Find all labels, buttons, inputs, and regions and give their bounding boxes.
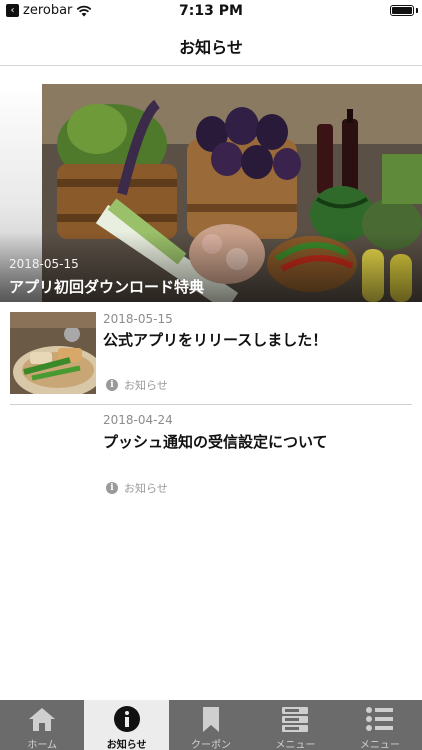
news-title: プッシュ通知の受信設定について (103, 433, 328, 451)
news-category: i お知らせ (106, 377, 168, 393)
tab-label: メニュー (275, 740, 316, 750)
tab-news[interactable]: お知らせ (84, 700, 169, 750)
info-icon: i (106, 379, 118, 391)
tab-menu-list[interactable]: メニュー (338, 700, 422, 750)
news-category: i お知らせ (106, 480, 168, 496)
status-bar: ‹ zerobar 7:13 PM (0, 0, 422, 22)
tab-label: クーポン (191, 740, 232, 750)
news-category-label: お知らせ (124, 379, 168, 392)
hero-title: アプリ初回ダウンロード特典 (9, 278, 205, 296)
nav-bar: お知らせ (0, 22, 422, 66)
home-icon (29, 708, 56, 731)
page-title: お知らせ (179, 38, 243, 57)
news-category-label: お知らせ (124, 482, 168, 495)
tab-label: お知らせ (106, 740, 147, 750)
menu-card-icon (282, 707, 309, 732)
news-date: 2018-05-15 (103, 312, 173, 326)
tab-home[interactable]: ホーム (0, 700, 84, 750)
battery-cap (416, 8, 418, 13)
info-icon: i (106, 482, 118, 494)
tab-coupon[interactable]: クーポン (169, 700, 253, 750)
hero-banner[interactable]: 2018-05-15 アプリ初回ダウンロード特典 (0, 84, 422, 302)
list-icon (365, 707, 393, 731)
tab-label: メニュー (359, 740, 400, 750)
news-list-item[interactable]: 2018-05-15 公式アプリをリリースしました！ i お知らせ (10, 311, 412, 405)
info-icon (113, 706, 140, 732)
battery-icon (390, 5, 414, 16)
tab-label: ホーム (27, 740, 58, 750)
status-time: 7:13 PM (179, 3, 243, 19)
bookmark-icon (203, 707, 220, 732)
news-thumbnail (10, 312, 96, 394)
news-title: 公式アプリをリリースしました！ (103, 331, 328, 349)
news-list-item[interactable]: 2018-04-24 プッシュ通知の受信設定について i お知らせ (10, 406, 412, 506)
tab-bar: ホーム お知らせ クーポン メニュー メニュー (0, 700, 422, 750)
tab-menu-card[interactable]: メニュー (253, 700, 337, 750)
hero-date: 2018-05-15 (9, 257, 79, 271)
news-date: 2018-04-24 (103, 413, 173, 427)
